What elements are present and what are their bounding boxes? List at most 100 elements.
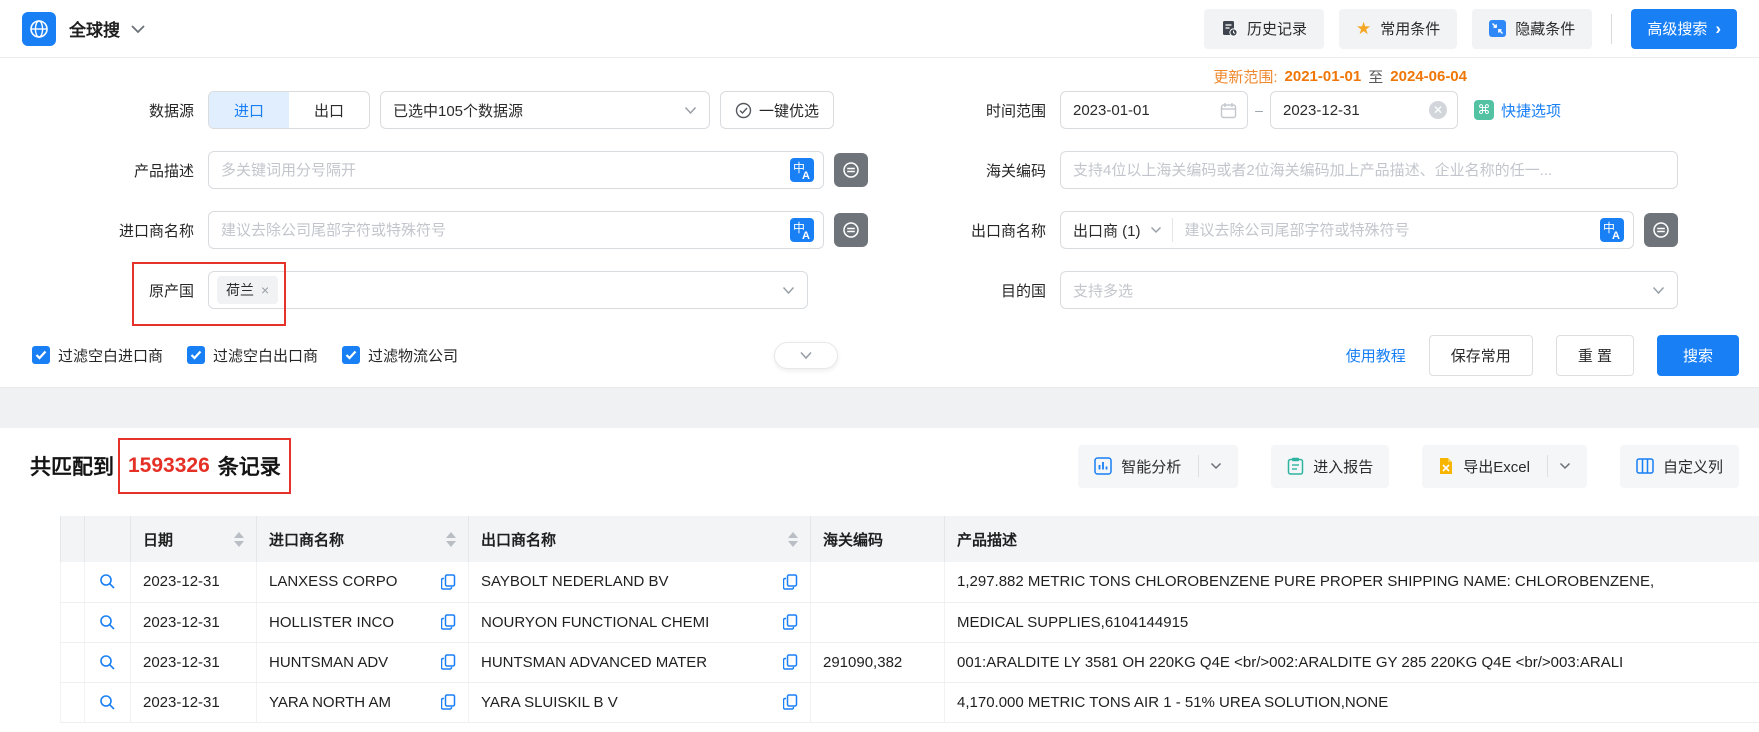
- table-row: 2023-12-31 YARA NORTH AM YARA SLUISKIL B…: [60, 682, 1759, 723]
- product-desc-input[interactable]: [209, 152, 823, 188]
- sort-icons[interactable]: [788, 531, 798, 547]
- end-date-value: 2023-12-31: [1283, 101, 1360, 119]
- clear-date-icon[interactable]: ✕: [1429, 101, 1447, 119]
- results-count-number: 1593326: [128, 454, 210, 477]
- cell-exporter[interactable]: HUNTSMAN ADVANCED MATER: [481, 654, 783, 671]
- copy-icon[interactable]: [783, 654, 798, 670]
- importer-input[interactable]: [209, 212, 823, 248]
- cell-hs-code: [810, 682, 945, 723]
- tutorial-link[interactable]: 使用教程: [1346, 345, 1406, 366]
- importer-label: 进口商名称: [118, 222, 194, 240]
- advanced-search-button[interactable]: 高级搜索 ›: [1631, 8, 1737, 49]
- origin-country-select[interactable]: 荷兰 ×: [208, 271, 808, 309]
- tab-import[interactable]: 进口: [209, 92, 289, 128]
- end-date-input[interactable]: 2023-12-31 ✕: [1270, 91, 1458, 129]
- arrow-right-icon: ›: [1715, 19, 1721, 38]
- copy-icon[interactable]: [783, 574, 798, 590]
- chevron-down-icon[interactable]: [1559, 462, 1571, 470]
- app-switcher-chevron-down-icon[interactable]: [130, 24, 146, 34]
- app-title: 全球搜: [69, 21, 120, 40]
- results-count: 共匹配到 1593326 条记录: [30, 438, 291, 494]
- search-detail-icon[interactable]: [97, 694, 118, 711]
- cell-importer[interactable]: HOLLISTER INCO: [269, 614, 441, 631]
- checkbox-checked-icon: [32, 346, 50, 364]
- cell-importer[interactable]: HUNTSMAN ADV: [269, 654, 441, 671]
- sort-icons[interactable]: [234, 531, 244, 547]
- destination-country-select[interactable]: 支持多选: [1060, 271, 1678, 309]
- quick-options-link[interactable]: ⌘ 快捷选项: [1474, 100, 1561, 121]
- cell-product-desc: 001:ARALDITE LY 3581 OH 220KG Q4E <br/>0…: [944, 642, 1759, 683]
- chevron-down-icon[interactable]: [1210, 462, 1222, 470]
- update-range-end: 2024-06-04: [1390, 67, 1467, 85]
- filter-label: 过滤空白出口商: [213, 347, 319, 365]
- cell-exporter[interactable]: NOURYON FUNCTIONAL CHEMI: [481, 614, 783, 631]
- filter-label: 过滤物流公司: [368, 347, 459, 365]
- save-conditions-button[interactable]: 保存常用: [1428, 334, 1533, 376]
- data-source-select[interactable]: 已选中105个数据源: [380, 91, 710, 129]
- search-detail-icon[interactable]: [97, 614, 118, 631]
- update-range-start: 2021-01-01: [1284, 67, 1362, 85]
- tag-remove-icon[interactable]: ×: [261, 282, 269, 298]
- collapse-form-button[interactable]: [774, 341, 839, 369]
- header-importer: 进口商名称: [256, 516, 469, 562]
- filter-blank-importer-checkbox[interactable]: 过滤空白进口商: [32, 345, 163, 366]
- translate-icon[interactable]: 中 A: [790, 158, 814, 182]
- header-exporter: 出口商名称: [468, 516, 811, 562]
- search-detail-icon[interactable]: [97, 654, 118, 671]
- fuzzy-match-toggle-icon[interactable]: [834, 213, 868, 247]
- sort-icons[interactable]: [446, 531, 456, 547]
- history-icon: [1221, 20, 1238, 37]
- checkbox-checked-icon: [342, 346, 361, 364]
- custom-columns-button[interactable]: 自定义列: [1619, 444, 1739, 488]
- table-row: 2023-12-31 HOLLISTER INCO NOURYON FUNCTI…: [60, 602, 1759, 643]
- results-section: 共匹配到 1593326 条记录 智能分析 进入报告 导出Excel 自定义列 …: [0, 428, 1759, 723]
- table-row: 2023-12-31 HUNTSMAN ADV HUNTSMAN ADVANCE…: [60, 642, 1759, 683]
- start-date-value: 2023-01-01: [1073, 101, 1150, 119]
- chevron-down-icon: [1652, 286, 1665, 295]
- translate-icon[interactable]: 中 A: [1600, 218, 1624, 242]
- destination-placeholder: 支持多选: [1073, 282, 1134, 300]
- favorites-button[interactable]: ★ 常用条件: [1339, 8, 1458, 49]
- one-click-optimize-button[interactable]: 一键优选: [720, 91, 835, 129]
- cell-importer[interactable]: YARA NORTH AM: [269, 694, 441, 711]
- fuzzy-match-toggle-icon[interactable]: [1644, 213, 1678, 247]
- copy-icon[interactable]: [441, 574, 456, 590]
- product-desc-label: 产品描述: [133, 162, 194, 180]
- fuzzy-match-toggle-icon[interactable]: [834, 153, 868, 187]
- hide-conditions-button[interactable]: 隐藏条件: [1472, 8, 1593, 49]
- filter-logistics-checkbox[interactable]: 过滤物流公司: [342, 345, 458, 366]
- collapse-arrows-icon: [1489, 20, 1507, 37]
- exporter-input[interactable]: [1172, 212, 1633, 248]
- cell-hs-code: [810, 602, 945, 643]
- quick-options-label: 快捷选项: [1501, 102, 1562, 120]
- export-excel-button[interactable]: 导出Excel: [1422, 444, 1587, 488]
- history-button[interactable]: 历史记录: [1204, 8, 1325, 49]
- reset-button[interactable]: 重 置: [1555, 334, 1634, 376]
- excel-file-icon: [1438, 457, 1454, 475]
- command-icon: ⌘: [1474, 100, 1494, 120]
- hs-code-input[interactable]: [1061, 152, 1677, 188]
- copy-icon[interactable]: [783, 614, 798, 630]
- cell-date: 2023-12-31: [130, 562, 257, 603]
- tab-export[interactable]: 出口: [289, 92, 369, 128]
- filter-blank-exporter-checkbox[interactable]: 过滤空白出口商: [187, 345, 318, 366]
- start-date-input[interactable]: 2023-01-01: [1060, 91, 1248, 129]
- exporter-type-select[interactable]: 出口商 (1): [1061, 220, 1172, 241]
- copy-icon[interactable]: [441, 694, 456, 710]
- smart-analysis-button[interactable]: 智能分析: [1078, 444, 1239, 488]
- search-detail-icon[interactable]: [97, 573, 118, 590]
- enter-report-label: 进入报告: [1313, 458, 1374, 476]
- cell-exporter[interactable]: SAYBOLT NEDERLAND BV: [481, 573, 783, 590]
- cell-importer[interactable]: LANXESS CORPO: [269, 573, 441, 590]
- cell-product-desc: 1,297.882 METRIC TONS CHLOROBENZENE PURE…: [944, 562, 1759, 603]
- custom-columns-label: 自定义列: [1662, 458, 1723, 476]
- enter-report-button[interactable]: 进入报告: [1271, 444, 1390, 488]
- translate-icon[interactable]: 中 A: [790, 218, 814, 242]
- section-gap: [0, 388, 1759, 428]
- copy-icon[interactable]: [441, 654, 456, 670]
- cell-exporter[interactable]: YARA SLUISKIL B V: [481, 694, 783, 711]
- columns-icon: [1636, 458, 1654, 474]
- copy-icon[interactable]: [441, 614, 456, 630]
- copy-icon[interactable]: [783, 694, 798, 710]
- search-button[interactable]: 搜索: [1656, 334, 1739, 376]
